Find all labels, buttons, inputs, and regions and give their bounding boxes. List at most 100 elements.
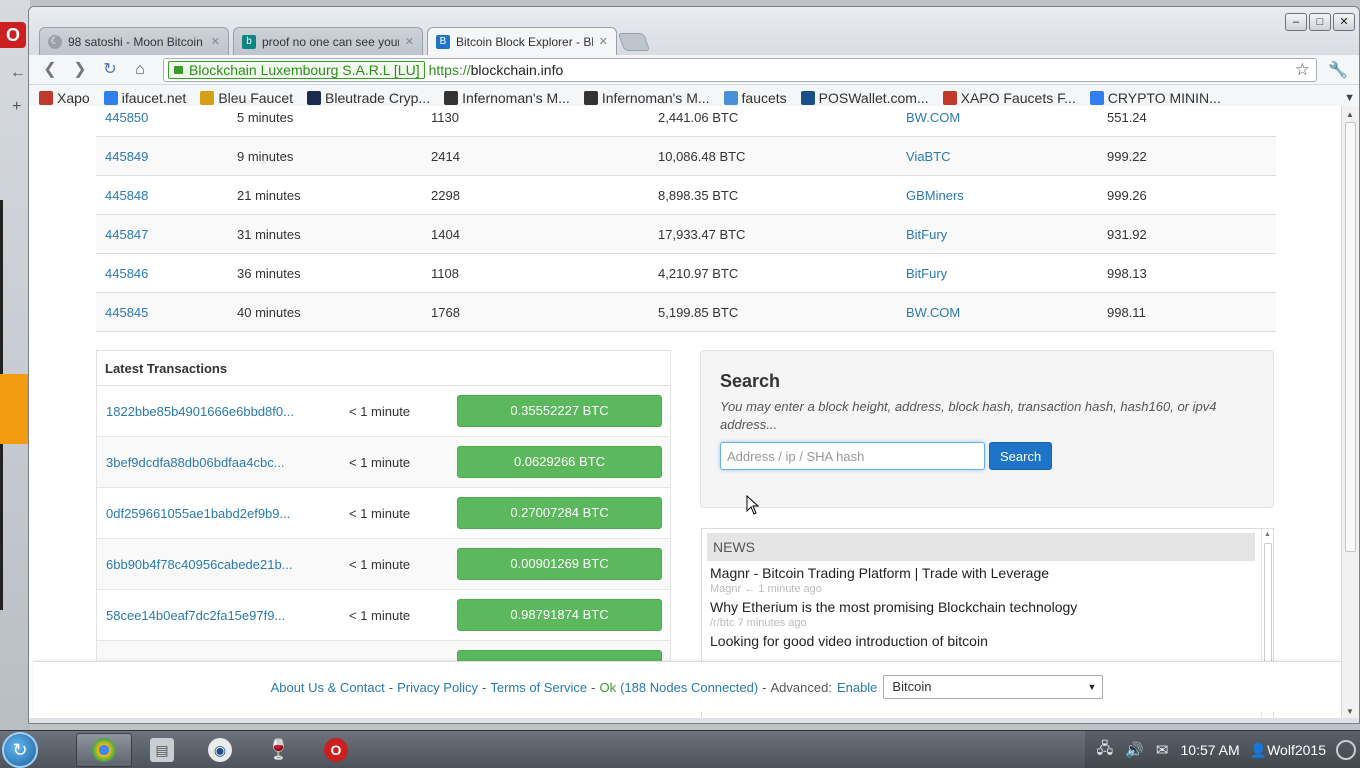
tab-strip: ☾ 98 satoshi - Moon Bitcoin ✕ b proof no… — [39, 27, 651, 55]
transaction-amount-button[interactable]: 0.27007284 BTC — [457, 497, 662, 529]
taskbar-webcam[interactable]: ◉ — [192, 733, 248, 767]
taskbar-chrome[interactable] — [76, 733, 132, 767]
block-relayed-by-link[interactable]: GBMiners — [906, 188, 1107, 203]
transaction-amount-button[interactable]: 0.0629266 BTC — [457, 446, 662, 478]
bookmark-item[interactable]: Xapo — [39, 90, 90, 106]
close-tab-icon[interactable]: ✕ — [405, 35, 414, 48]
bookmark-label: Infernoman's M... — [601, 89, 710, 106]
latest-blocks-table: 445850 5 minutes 1130 2,441.06 BTC BW.COM 551… — [96, 106, 1276, 332]
transaction-row: 1822bbe85b4901666e6bbd8f0... < 1 minute 0.… — [97, 386, 670, 437]
close-tab-icon[interactable]: ✕ — [599, 35, 608, 48]
opera-desktop-icon[interactable]: O — [0, 22, 26, 48]
block-height-link[interactable]: 445846 — [96, 266, 237, 281]
transaction-hash-link[interactable]: 0df259661055ae1babd2ef9b9... — [97, 506, 349, 521]
address-bar[interactable]: Blockchain Luxembourg S.A.R.L [LU] https… — [163, 57, 1317, 82]
file-cabinet-icon: ▤ — [150, 738, 174, 762]
taskbar-file-manager[interactable]: ▤ — [134, 733, 190, 767]
bookmark-item[interactable]: Infernoman's M... — [583, 89, 710, 106]
user-account[interactable]: 👤Wolf2015 — [1250, 742, 1326, 759]
bookmark-item[interactable]: Bleutrade Cryp... — [307, 90, 430, 106]
bookmarks-overflow-chevron-icon[interactable]: ▼ — [1344, 92, 1355, 104]
maximize-button[interactable]: □ — [1309, 13, 1331, 31]
page-scrollbar[interactable]: ▲ ▼ — [1341, 106, 1359, 718]
clock[interactable]: 10:57 AM — [1181, 742, 1240, 758]
bookmark-item[interactable]: CRYPTO MININ... — [1089, 89, 1221, 106]
transaction-age: < 1 minute — [349, 607, 411, 623]
ev-certificate-badge[interactable]: Blockchain Luxembourg S.A.R.L [LU] — [168, 60, 425, 79]
xapo-icon — [942, 90, 957, 105]
mail-icon[interactable]: ✉ — [1156, 741, 1169, 759]
enable-advanced-link[interactable]: Enable — [837, 680, 877, 695]
block-height-link[interactable]: 445845 — [96, 305, 237, 320]
wine-glass-icon: 🍷 — [266, 739, 291, 761]
block-total-sent: 5,199.85 BTC — [658, 304, 739, 320]
separator: - — [388, 679, 394, 695]
block-total-sent: 2,441.06 BTC — [658, 109, 739, 125]
scroll-up-icon[interactable]: ▲ — [1264, 531, 1271, 538]
bookmark-item[interactable]: Infernoman's M... — [444, 90, 570, 106]
block-height-link[interactable]: 445847 — [96, 227, 237, 242]
wrench-menu-icon[interactable]: 🔧 — [1325, 60, 1351, 80]
bookmark-item[interactable]: XAPO Faucets F... — [942, 90, 1076, 106]
transaction-hash-link[interactable]: 3bef9dcdfa88db06bdfaa4cbc... — [97, 455, 349, 470]
privacy-link[interactable]: Privacy Policy — [397, 680, 478, 695]
search-button[interactable]: Search — [989, 442, 1053, 470]
xapo-icon — [39, 90, 53, 105]
scroll-down-icon[interactable]: ▼ — [1346, 707, 1354, 716]
bookmark-item[interactable]: ifaucet.net — [103, 90, 186, 106]
new-tab-button[interactable] — [617, 33, 651, 51]
forward-button[interactable]: ❯ — [67, 58, 93, 82]
taskbar-apps: ▤ ◉ 🍷 O — [76, 731, 366, 768]
transaction-row: 6bb90b4f78c40956cabede21b... < 1 minute 0.… — [97, 539, 670, 590]
bookmark-item[interactable]: POSWallet.com... — [800, 90, 929, 106]
bookmark-item[interactable]: faucets — [723, 90, 787, 106]
tab-bing-search[interactable]: b proof no one can see your ✕ — [233, 27, 423, 55]
transaction-amount-button[interactable]: 0.35552227 BTC — [457, 395, 662, 427]
bookmark-star-icon[interactable]: ☆ — [1295, 60, 1310, 80]
transaction-hash-link[interactable]: 58cee14b0eaf7dc2fa15e97f9... — [97, 608, 349, 623]
advanced-label: Advanced: — [770, 679, 832, 695]
opera-icon: O — [324, 738, 348, 762]
taskbar-opera[interactable]: O — [308, 733, 364, 767]
terms-link[interactable]: Terms of Service — [490, 680, 587, 695]
block-height-link[interactable]: 445849 — [96, 149, 237, 164]
transaction-amount-button[interactable]: 0.00901269 BTC — [457, 548, 662, 580]
block-relayed-by-link[interactable]: BitFury — [906, 227, 1107, 242]
news-title-link[interactable]: Looking for good video introduction of b… — [710, 633, 1273, 649]
currency-select[interactable]: Bitcoin ▼ — [883, 675, 1104, 699]
about-link[interactable]: About Us & Contact — [271, 680, 385, 695]
nodes-connected-link[interactable]: (188 Nodes Connected) — [620, 680, 758, 695]
bookmark-label: CRYPTO MININ... — [1107, 89, 1221, 106]
transaction-amount-button[interactable]: 0.98791874 BTC — [457, 599, 662, 631]
block-relayed-by-link[interactable]: BW.COM — [906, 110, 1107, 125]
block-relayed-by-link[interactable]: BitFury — [906, 266, 1107, 281]
transaction-hash-link[interactable]: 6bb90b4f78c40956cabede21b... — [97, 557, 349, 572]
back-button[interactable]: ❮ — [37, 58, 63, 82]
page-footer: About Us & Contact - Privacy Policy - Te… — [33, 661, 1341, 712]
scroll-thumb[interactable] — [1345, 122, 1356, 552]
transaction-hash-link[interactable]: 1822bbe85b4901666e6bbd8f0... — [97, 404, 349, 419]
volume-icon[interactable]: 🔊 — [1125, 741, 1144, 759]
folder-icon — [723, 90, 738, 105]
close-tab-icon[interactable]: ✕ — [211, 35, 220, 48]
search-input[interactable] — [720, 442, 985, 470]
bookmark-item[interactable]: Bleu Faucet — [200, 90, 293, 106]
block-relayed-by-link[interactable]: BW.COM — [906, 305, 1107, 320]
start-menu-button[interactable]: ↻ — [2, 731, 38, 768]
taskbar-wine[interactable]: 🍷 — [250, 733, 306, 767]
news-title-link[interactable]: Magnr - Bitcoin Trading Platform | Trade… — [710, 565, 1273, 581]
tab-blockchain[interactable]: B Bitcoin Block Explorer - Bl ✕ — [427, 27, 617, 55]
block-relayed-by-link[interactable]: ViaBTC — [906, 149, 1107, 164]
tab-moon-bitcoin[interactable]: ☾ 98 satoshi - Moon Bitcoin ✕ — [39, 27, 229, 55]
home-button[interactable]: ⌂ — [127, 58, 153, 82]
scroll-up-icon[interactable]: ▲ — [1346, 110, 1354, 119]
news-title-link[interactable]: Why Etherium is the most promising Block… — [710, 599, 1273, 615]
block-size: 931.92 — [1107, 226, 1147, 242]
block-height-link[interactable]: 445848 — [96, 188, 237, 203]
network-icon[interactable]: 🖧 — [1097, 738, 1114, 763]
block-height-link[interactable]: 445850 — [96, 110, 237, 125]
reload-button[interactable]: ↻ — [97, 58, 123, 82]
power-icon[interactable] — [1336, 740, 1356, 760]
close-window-button[interactable]: ✕ — [1333, 13, 1355, 31]
minimize-button[interactable]: – — [1285, 13, 1307, 31]
